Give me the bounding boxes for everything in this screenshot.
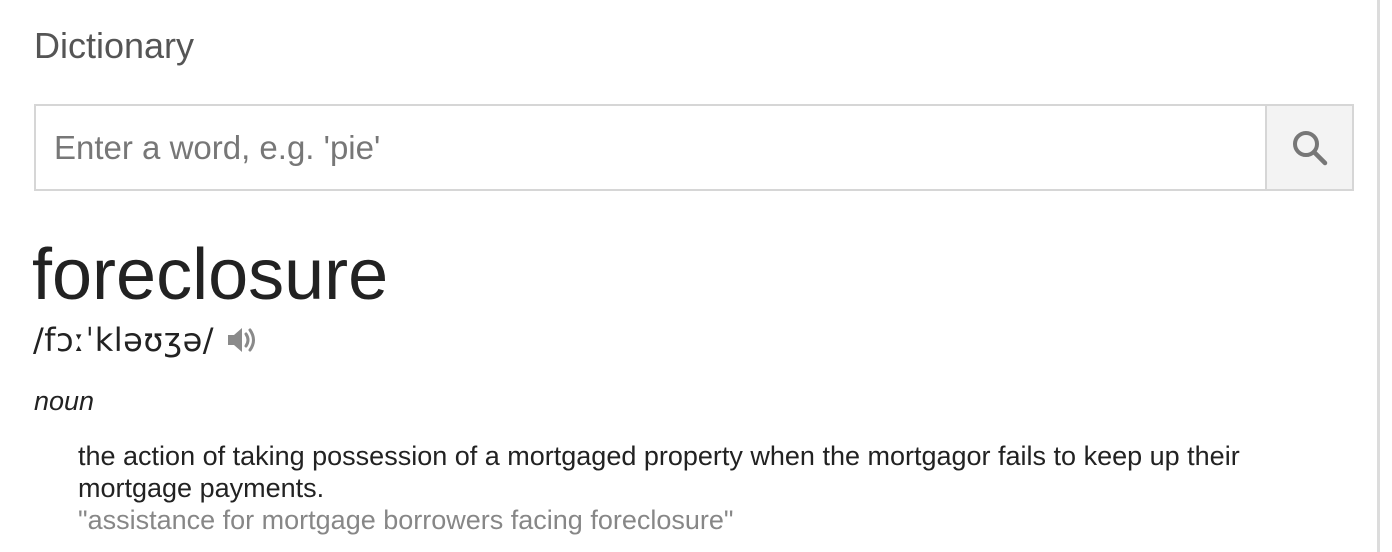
dictionary-card: Dictionary foreclosure /fɔːˈkləʊʒə/ noun… — [0, 0, 1380, 552]
pronunciation: /fɔːˈkləʊʒə/ — [33, 321, 215, 359]
search-button[interactable] — [1265, 104, 1354, 191]
example-sentence: "assistance for mortgage borrowers facin… — [78, 505, 734, 535]
definition-text: the action of taking possession of a mor… — [78, 441, 1240, 503]
dictionary-title: Dictionary — [34, 25, 195, 66]
part-of-speech: noun — [34, 386, 95, 416]
search-icon — [1292, 130, 1327, 165]
search-bar — [34, 104, 1354, 191]
pronunciation-row: /fɔːˈkləʊʒə/ — [33, 318, 260, 362]
search-input[interactable] — [34, 104, 1265, 191]
speaker-icon — [228, 328, 256, 352]
headword: foreclosure — [32, 235, 389, 315]
play-audio-button[interactable] — [224, 322, 260, 358]
